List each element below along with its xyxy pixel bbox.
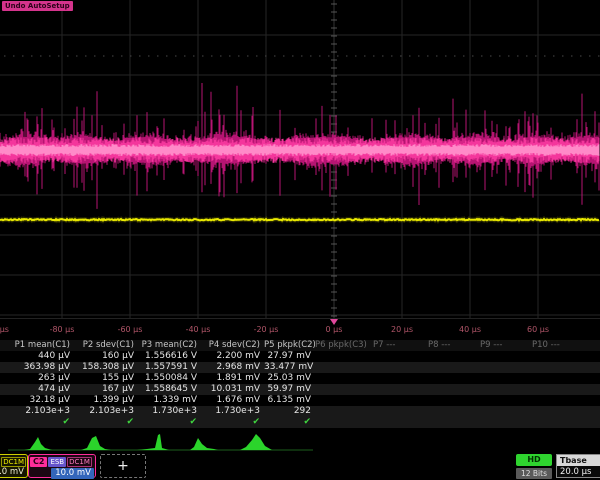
measure-sdev-p2: 1.399 µV: [74, 395, 138, 406]
channel-c2-descriptor[interactable]: C2 ESB DC1M 10.0 mV: [28, 454, 96, 478]
measure-status-icon-p5: ✔: [264, 417, 315, 428]
time-tick-label: 40 µs: [446, 325, 494, 334]
timebase-value: 20.0 µs: [557, 466, 600, 477]
measure-value-p1: 440 µV: [0, 351, 74, 362]
histicon-p3[interactable]: [137, 434, 169, 450]
oscilloscope-screen: Undo AutoSetup -100 µs -80 µs -60 µs -40 µs…: [0, 0, 600, 480]
measure-min-p4: 1.891 mV: [201, 373, 264, 384]
time-tick-label: -80 µs: [38, 325, 86, 334]
time-tick-label: 60 µs: [514, 325, 562, 334]
measure-sdev-p4: 1.676 mV: [201, 395, 264, 406]
measure-header-p4[interactable]: P4 sdev(C2): [201, 340, 264, 351]
measure-header-p8[interactable]: P8 ---: [428, 340, 450, 351]
measure-num-p1: 2.103e+3: [0, 406, 74, 417]
measure-header-p3[interactable]: P3 mean(C2): [138, 340, 201, 351]
measure-num-p3: 1.730e+3: [138, 406, 201, 417]
measure-max-p4: 10.031 mV: [201, 384, 264, 395]
bottom-bar: C1 DC1M 10.0 mV C2 ESB DC1M 10.0 mV + HD…: [0, 452, 600, 480]
measure-max-p2: 167 µV: [74, 384, 138, 395]
measure-header-p9[interactable]: P9 ---: [480, 340, 502, 351]
measure-value-p5: 27.97 mV: [264, 351, 315, 362]
c1-vdiv-value: 10.0 mV: [0, 467, 27, 478]
add-trace-button[interactable]: +: [100, 454, 146, 478]
table-row: 263 µV155 µV1.550084 V1.891 mV25.03 mV: [0, 373, 600, 384]
histicon-svg[interactable]: [0, 428, 600, 452]
table-row: ✔✔✔✔✔: [0, 417, 600, 428]
waveform-svg: [0, 0, 600, 318]
histicon-p4[interactable]: [190, 438, 218, 450]
measure-value-p2: 160 µV: [74, 351, 138, 362]
measure-header-p1[interactable]: P1 mean(C1): [0, 340, 74, 351]
measure-mean-p5: 33.477 mV: [264, 362, 315, 373]
measure-mean-p2: 158.308 µV: [74, 362, 138, 373]
table-row: 363.98 µV158.308 µV1.557591 V2.968 mV33.…: [0, 362, 600, 373]
c2-label: C2: [30, 457, 47, 467]
measure-min-p5: 25.03 mV: [264, 373, 315, 384]
timebase-label: Tbase: [557, 455, 600, 466]
measure-header-p6[interactable]: P6 pkpk(C3): [315, 340, 367, 351]
measure-num-p4: 1.730e+3: [201, 406, 264, 417]
measure-mean-p3: 1.557591 V: [138, 362, 201, 373]
measure-value-p3: 1.556616 V: [138, 351, 201, 362]
measure-header-p5[interactable]: P5 pkpk(C2): [264, 340, 315, 351]
trigger-time-marker[interactable]: [330, 319, 338, 325]
c1-coupling-badge: DC1M: [1, 457, 26, 467]
measurement-table: P1 mean(C1)P2 sdev(C1)P3 mean(C2)P4 sdev…: [0, 340, 600, 428]
measure-value-p4: 2.200 mV: [201, 351, 264, 362]
table-row: 2.103e+32.103e+31.730e+31.730e+3292: [0, 406, 600, 417]
measure-num-p2: 2.103e+3: [74, 406, 138, 417]
c2-vdiv-value: 10.0 mV: [51, 468, 94, 479]
time-tick-label: -60 µs: [106, 325, 154, 334]
bit-resolution-label: 12 Bits: [516, 468, 552, 479]
table-row: 474 µV167 µV1.558645 V10.031 mV59.97 mV: [0, 384, 600, 395]
measure-max-p1: 474 µV: [0, 384, 74, 395]
measure-status-icon-p3: ✔: [138, 417, 201, 428]
time-axis: -100 µs -80 µs -60 µs -40 µs -20 µs 0 µs 20 µs…: [0, 318, 600, 341]
time-tick-label: 20 µs: [378, 325, 426, 334]
table-row: P1 mean(C1)P2 sdev(C1)P3 mean(C2)P4 sdev…: [0, 340, 600, 351]
plus-icon: +: [117, 458, 129, 474]
measure-max-p5: 59.97 mV: [264, 384, 315, 395]
c2-coupling-badge: DC1M: [67, 457, 92, 467]
hd-mode-badge[interactable]: HD: [516, 454, 552, 466]
waveform-display[interactable]: Undo AutoSetup: [0, 0, 600, 318]
measure-status-icon-p2: ✔: [74, 417, 138, 428]
c2-esb-badge: ESB: [48, 457, 66, 467]
measure-sdev-p1: 32.18 µV: [0, 395, 74, 406]
histicon-row: [0, 428, 600, 452]
time-tick-label: 0 µs: [310, 325, 358, 334]
measure-header-p7[interactable]: P7 ---: [373, 340, 395, 351]
measure-sdev-p5: 6.135 mV: [264, 395, 315, 406]
table-row: 32.18 µV1.399 µV1.339 mV1.676 mV6.135 mV: [0, 395, 600, 406]
measure-min-p3: 1.550084 V: [138, 373, 201, 384]
time-tick-label: -20 µs: [242, 325, 290, 334]
measure-header-p10[interactable]: P10 ---: [532, 340, 560, 351]
measure-header-p2[interactable]: P2 sdev(C1): [74, 340, 138, 351]
measure-max-p3: 1.558645 V: [138, 384, 201, 395]
histicon-p5[interactable]: [240, 434, 272, 450]
timebase-descriptor[interactable]: Tbase 20.0 µs: [556, 454, 600, 478]
measure-mean-p4: 2.968 mV: [201, 362, 264, 373]
histicon-p1[interactable]: [24, 437, 52, 450]
table-row: 440 µV160 µV1.556616 V2.200 mV27.97 mV: [0, 351, 600, 362]
measure-mean-p1: 363.98 µV: [0, 362, 74, 373]
measure-status-icon-p1: ✔: [0, 417, 74, 428]
histicon-p2[interactable]: [81, 436, 111, 450]
measure-num-p5: 292: [264, 406, 315, 417]
measure-sdev-p3: 1.339 mV: [138, 395, 201, 406]
channel-c1-descriptor[interactable]: C1 DC1M 10.0 mV: [0, 454, 28, 478]
undo-autosetup-button[interactable]: Undo AutoSetup: [2, 1, 73, 11]
time-tick-label: -40 µs: [174, 325, 222, 334]
measure-min-p1: 263 µV: [0, 373, 74, 384]
measure-min-p2: 155 µV: [74, 373, 138, 384]
measure-status-icon-p4: ✔: [201, 417, 264, 428]
time-tick-label: -100 µs: [0, 325, 18, 334]
